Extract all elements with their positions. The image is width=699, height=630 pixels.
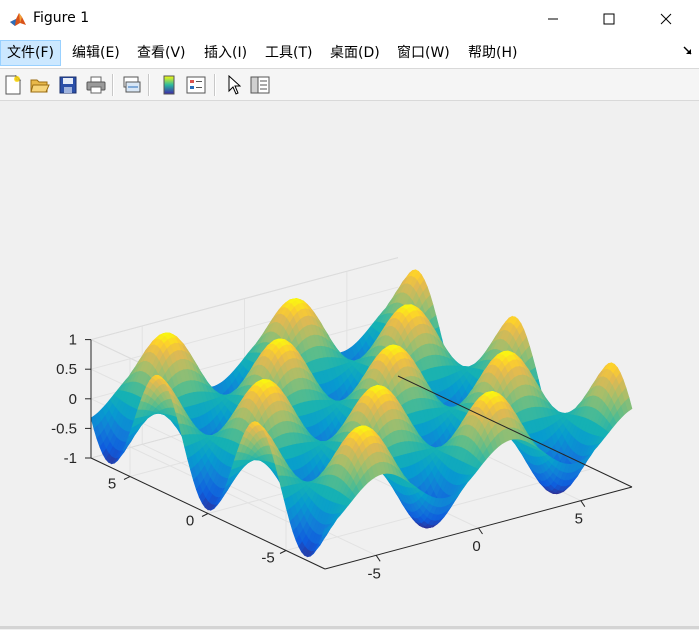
surface-mesh [91, 270, 632, 557]
maximize-icon [603, 13, 615, 25]
menu-edit[interactable]: 编辑(E) [66, 40, 126, 66]
menu-window[interactable]: 窗口(W) [391, 40, 456, 66]
surface-plot[interactable]: -505-50510.50-0.5-1 [0, 101, 699, 626]
minimize-icon [547, 13, 559, 25]
open-file-button[interactable] [28, 73, 52, 97]
property-inspector-icon [250, 76, 270, 94]
dock-arrow-icon[interactable] [683, 46, 693, 56]
toolbar-separator [148, 74, 150, 96]
save-icon [59, 76, 77, 94]
toolbar [0, 68, 699, 101]
figure-window: Figure 1 文件(F) 编辑(E) 查看(V) 插入(I) 工具(T) 桌… [0, 0, 699, 629]
maximize-button[interactable] [586, 4, 632, 34]
print-button[interactable] [84, 73, 108, 97]
edit-plot-button[interactable] [222, 73, 246, 97]
matlab-icon [9, 10, 27, 28]
open-file-icon [30, 76, 50, 94]
menu-insert[interactable]: 插入(I) [198, 40, 253, 66]
menu-view[interactable]: 查看(V) [131, 40, 192, 66]
menu-tools[interactable]: 工具(T) [259, 40, 318, 66]
link-plot-button[interactable] [120, 73, 144, 97]
edit-plot-icon [227, 75, 241, 95]
close-icon [660, 13, 672, 25]
menu-help[interactable]: 帮助(H) [462, 40, 523, 66]
toolbar-separator [112, 74, 114, 96]
property-inspector-button[interactable] [248, 73, 272, 97]
insert-colorbar-icon [162, 75, 176, 95]
print-icon [86, 76, 106, 94]
figure-canvas[interactable]: -505-50510.50-0.5-1 [0, 101, 699, 626]
save-button[interactable] [56, 73, 80, 97]
menu-bar: 文件(F) 编辑(E) 查看(V) 插入(I) 工具(T) 桌面(D) 窗口(W… [0, 38, 699, 68]
menu-desktop[interactable]: 桌面(D) [324, 40, 386, 66]
insert-legend-icon [186, 76, 206, 94]
insert-colorbar-button[interactable] [157, 73, 181, 97]
close-button[interactable] [643, 4, 689, 34]
menu-file[interactable]: 文件(F) [0, 40, 61, 66]
new-figure-icon [4, 75, 22, 95]
minimize-button[interactable] [530, 4, 576, 34]
new-figure-button[interactable] [1, 73, 25, 97]
insert-legend-button[interactable] [184, 73, 208, 97]
title-bar: Figure 1 [0, 0, 699, 38]
link-plot-icon [122, 76, 142, 94]
window-title: Figure 1 [33, 10, 89, 26]
toolbar-separator [214, 74, 216, 96]
